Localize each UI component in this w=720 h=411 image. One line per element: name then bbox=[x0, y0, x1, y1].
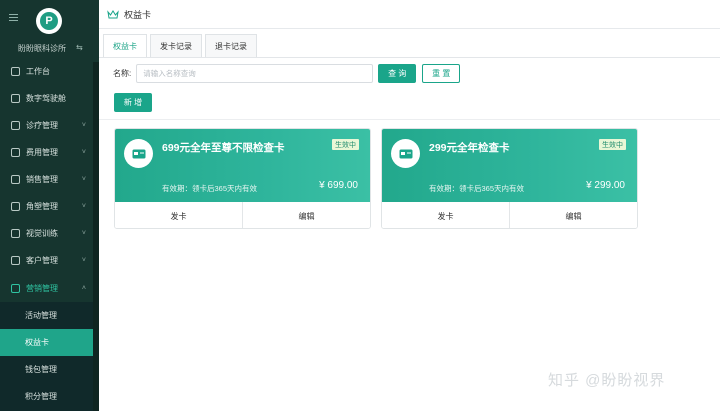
sidebar-item-label: 销售管理 bbox=[26, 175, 58, 184]
customer-icon bbox=[11, 256, 20, 265]
card-validity: 有效期：领卡后365天内有效 bbox=[429, 184, 525, 193]
lens-icon bbox=[11, 202, 20, 211]
status-badge: 生效中 bbox=[599, 139, 626, 150]
sidebar-item-fee[interactable]: 费用管理 ˅ bbox=[0, 139, 99, 166]
sidebar-item-label: 客户管理 bbox=[26, 256, 58, 265]
chevron-up-icon: ˄ bbox=[81, 285, 86, 292]
search-label: 名称: bbox=[113, 68, 132, 78]
sidebar-item-label: 诊疗管理 bbox=[26, 121, 58, 130]
sidebar-item-label: 工作台 bbox=[26, 67, 50, 76]
sidebar-item-vision[interactable]: 视觉训练 ˅ bbox=[0, 220, 99, 247]
card-validity: 有效期：领卡后365天内有效 bbox=[162, 184, 258, 193]
tab-benefit-card[interactable]: 权益卡 bbox=[103, 34, 147, 57]
sidebar-item-label: 角塑管理 bbox=[26, 202, 58, 211]
search-input[interactable] bbox=[136, 63, 374, 83]
chevron-down-icon: ˅ bbox=[81, 149, 86, 156]
sidebar-item-label: 视觉训练 bbox=[26, 229, 58, 238]
menu-icon[interactable] bbox=[9, 14, 18, 21]
content-divider bbox=[99, 119, 720, 120]
tab-issue-records[interactable]: 发卡记录 bbox=[150, 34, 202, 57]
vision-icon bbox=[11, 229, 20, 238]
main-content: 权益卡 权益卡 发卡记录 退卡记录 名称: 查 询 重 置 新 增 699元全年… bbox=[99, 0, 720, 411]
card-header: 699元全年至尊不限检查卡 生效中 有效期：领卡后365天内有效 ¥ 699.0… bbox=[115, 129, 370, 202]
add-button[interactable]: 新 增 bbox=[114, 93, 152, 112]
marketing-icon bbox=[11, 284, 20, 293]
sidebar-subitem-wallet[interactable]: 钱包管理 bbox=[0, 356, 99, 383]
sidebar-item-dashboard[interactable]: 工作台 bbox=[0, 58, 99, 85]
card-title: 299元全年检查卡 bbox=[429, 142, 510, 154]
sidebar-subitem-points[interactable]: 积分管理 bbox=[0, 383, 99, 410]
chevron-down-icon: ˅ bbox=[81, 230, 86, 237]
benefit-card: 699元全年至尊不限检查卡 生效中 有效期：领卡后365天内有效 ¥ 699.0… bbox=[114, 128, 371, 229]
status-badge: 生效中 bbox=[332, 139, 359, 150]
issue-card-button[interactable]: 发卡 bbox=[382, 202, 509, 228]
card-price: ¥ 299.00 bbox=[586, 180, 625, 191]
card-header: 299元全年检查卡 生效中 有效期：领卡后365天内有效 ¥ 299.00 bbox=[382, 129, 637, 202]
page-title: 权益卡 bbox=[124, 9, 152, 20]
sidebar-item-marketing[interactable]: 营销管理 ˄ bbox=[0, 275, 99, 302]
sidebar-header: P 盼盼眼科诊所 ⇆ bbox=[0, 0, 99, 62]
clinic-icon bbox=[11, 121, 20, 130]
sidebar-item-label: 营销管理 bbox=[26, 284, 58, 293]
cockpit-icon bbox=[11, 94, 20, 103]
tab-refund-records[interactable]: 退卡记录 bbox=[205, 34, 257, 57]
org-name: 盼盼眼科诊所 bbox=[18, 44, 66, 53]
edit-card-button[interactable]: 编辑 bbox=[509, 202, 637, 228]
sidebar-item-label: 费用管理 bbox=[26, 148, 58, 157]
sidebar: P 盼盼眼科诊所 ⇆ 工作台 数字驾驶舱 诊疗管理 ˅ 费用管理 ˅ 销售管理 … bbox=[0, 0, 99, 411]
sidebar-item-customer[interactable]: 客户管理 ˅ bbox=[0, 247, 99, 274]
sidebar-item-sales[interactable]: 销售管理 ˅ bbox=[0, 166, 99, 193]
query-button[interactable]: 查 询 bbox=[378, 63, 417, 83]
card-icon bbox=[124, 139, 153, 168]
card-actions: 发卡 编辑 bbox=[115, 202, 370, 228]
sidebar-subitem-activity[interactable]: 活动管理 bbox=[0, 302, 99, 329]
sales-icon bbox=[11, 175, 20, 184]
switch-org-icon[interactable]: ⇆ bbox=[76, 43, 83, 52]
sidebar-item-label: 数字驾驶舱 bbox=[26, 94, 66, 103]
chevron-down-icon: ˅ bbox=[81, 203, 86, 210]
tab-bar: 权益卡 发卡记录 退卡记录 bbox=[103, 34, 260, 57]
tab-divider bbox=[99, 57, 720, 58]
breadcrumb: 权益卡 bbox=[99, 0, 720, 29]
card-icon bbox=[391, 139, 420, 168]
sidebar-item-lens[interactable]: 角塑管理 ˅ bbox=[0, 193, 99, 220]
search-bar: 名称: 查 询 重 置 bbox=[113, 63, 461, 83]
logo: P bbox=[36, 8, 62, 34]
wallet-card-icon bbox=[399, 149, 412, 158]
crown-icon bbox=[107, 9, 119, 18]
edit-card-button[interactable]: 编辑 bbox=[242, 202, 370, 228]
chevron-down-icon: ˅ bbox=[81, 176, 86, 183]
sidebar-item-clinic[interactable]: 诊疗管理 ˅ bbox=[0, 112, 99, 139]
reset-button[interactable]: 重 置 bbox=[422, 63, 461, 83]
benefit-card: 299元全年检查卡 生效中 有效期：领卡后365天内有效 ¥ 299.00 发卡… bbox=[381, 128, 638, 229]
logo-mark-icon: P bbox=[40, 12, 58, 30]
dashboard-icon bbox=[11, 67, 20, 76]
card-price: ¥ 699.00 bbox=[319, 180, 358, 191]
card-title: 699元全年至尊不限检查卡 bbox=[162, 142, 285, 154]
wallet-card-icon bbox=[132, 149, 145, 158]
sidebar-subitem-benefit-card[interactable]: 权益卡 bbox=[0, 329, 93, 356]
issue-card-button[interactable]: 发卡 bbox=[115, 202, 242, 228]
watermark: 知乎 @盼盼视界 bbox=[548, 372, 666, 389]
chevron-down-icon: ˅ bbox=[81, 257, 86, 264]
fee-icon bbox=[11, 148, 20, 157]
chevron-down-icon: ˅ bbox=[81, 122, 86, 129]
card-actions: 发卡 编辑 bbox=[382, 202, 637, 228]
sidebar-item-cockpit[interactable]: 数字驾驶舱 bbox=[0, 85, 99, 112]
